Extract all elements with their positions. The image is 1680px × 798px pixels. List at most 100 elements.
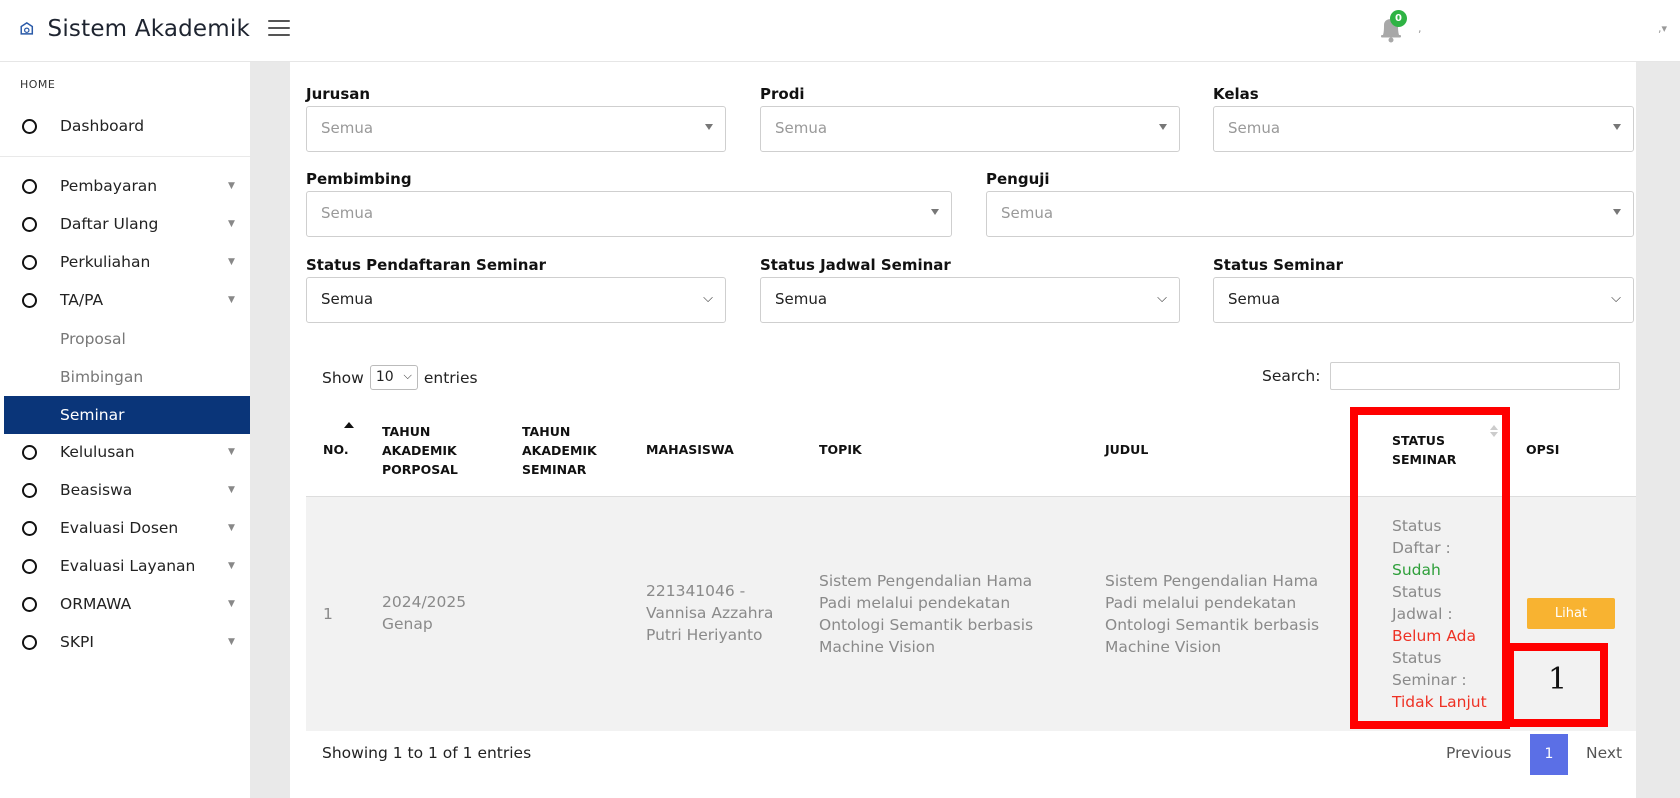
caret-down-icon: ▼ xyxy=(228,447,235,457)
status-jadwal-select[interactable]: Semua ⌵ xyxy=(760,277,1180,323)
sidebar-item-pembayaran[interactable]: Pembayaran ▼ xyxy=(0,168,250,204)
sidebar-subitem-bimbingan[interactable]: Bimbingan xyxy=(0,358,250,396)
filter-label-penguji: Penguji xyxy=(986,170,1050,188)
caret-down-icon xyxy=(1613,124,1621,130)
select-value: Semua xyxy=(321,204,374,222)
column-header-tahun-proposal[interactable]: TAHUN AKADEMIK PORPOSAL xyxy=(382,422,458,479)
sidebar-item-kelulusan[interactable]: Kelulusan ▼ xyxy=(0,434,250,470)
prodi-select[interactable]: Semua xyxy=(760,106,1180,152)
cell-line: Putri Heriyanto xyxy=(646,626,763,644)
chevron-down-icon: ⌵ xyxy=(403,369,412,382)
cell-line: Ontologi Semantik berbasis xyxy=(1105,616,1320,634)
sidebar-section-header: HOME xyxy=(20,78,56,91)
caret-down-icon xyxy=(1613,209,1621,215)
sidebar-item-dashboard[interactable]: Dashboard xyxy=(0,108,250,144)
circle-icon xyxy=(22,596,37,612)
sidebar-item-label: Kelulusan xyxy=(60,443,135,461)
entries-value: 10 xyxy=(375,369,394,385)
previous-page-button[interactable]: Previous xyxy=(1446,744,1512,762)
highlight-box-status-column xyxy=(1350,407,1510,729)
lihat-button[interactable]: Lihat xyxy=(1527,598,1615,629)
sidebar-item-ormawa[interactable]: ORMAWA ▼ xyxy=(0,586,250,622)
showing-entries-text: Showing 1 to 1 of 1 entries xyxy=(322,744,532,762)
sidebar-item-label: Pembayaran xyxy=(60,177,158,195)
sidebar-item-label: Beasiswa xyxy=(60,481,133,499)
cell-judul: Sistem Pengendalian Hama Padi melalui pe… xyxy=(1105,570,1319,658)
caret-down-icon: ▼ xyxy=(228,295,235,305)
brand[interactable]: Sistem Akademik xyxy=(20,16,250,42)
sort-ascending-icon[interactable] xyxy=(344,422,354,428)
sidebar-subitem-proposal[interactable]: Proposal xyxy=(0,320,250,358)
header-line: TAHUN xyxy=(522,424,571,439)
header-line: AKADEMIK xyxy=(382,443,457,458)
column-header-tahun-seminar[interactable]: TAHUN AKADEMIK SEMINAR xyxy=(522,422,597,479)
caret-down-icon: ▼ xyxy=(228,181,235,191)
circle-icon xyxy=(22,292,37,308)
sidebar-divider xyxy=(0,156,250,157)
column-header-opsi: OPSI xyxy=(1526,442,1560,457)
sidebar-item-label: Evaluasi Dosen xyxy=(60,519,179,537)
status-seminar-select[interactable]: Semua ⌵ xyxy=(1213,277,1634,323)
sidebar-item-label: TA/PA xyxy=(60,291,104,309)
caret-down-icon: ▼ xyxy=(228,219,235,229)
filter-label-prodi: Prodi xyxy=(760,85,805,103)
column-header-mahasiswa[interactable]: MAHASISWA xyxy=(646,440,734,459)
show-label: Show xyxy=(322,368,364,387)
sidebar-item-evaluasi-dosen[interactable]: Evaluasi Dosen ▼ xyxy=(0,510,250,546)
pembimbing-select[interactable]: Semua xyxy=(306,191,952,237)
select-value: Semua xyxy=(321,290,374,308)
sidebar-item-perkuliahan[interactable]: Perkuliahan ▼ xyxy=(0,244,250,280)
column-header-topik[interactable]: TOPIK xyxy=(819,440,862,459)
annotation-number: 1 xyxy=(1548,662,1568,697)
circle-icon xyxy=(22,558,37,574)
header-line: SEMINAR xyxy=(522,462,587,477)
entries-select[interactable]: 10 ⌵ xyxy=(369,365,418,390)
circle-icon xyxy=(22,178,37,194)
penguji-select[interactable]: Semua xyxy=(986,191,1634,237)
cell-line: Sistem Pengendalian Hama xyxy=(1105,572,1319,590)
sidebar-item-evaluasi-layanan[interactable]: Evaluasi Layanan ▼ xyxy=(0,548,250,584)
page-1-button[interactable]: 1 xyxy=(1530,734,1568,775)
caret-down-icon xyxy=(1159,124,1167,130)
caret-down-icon xyxy=(931,209,939,215)
app-title: Sistem Akademik xyxy=(47,16,250,42)
sidebar-item-label: Perkuliahan xyxy=(60,253,151,271)
hamburger-icon[interactable] xyxy=(268,20,290,36)
cell-no: 1 xyxy=(323,605,333,623)
filter-label-status-seminar: Status Seminar xyxy=(1213,256,1344,274)
sidebar-item-daftar-ulang[interactable]: Daftar Ulang ▼ xyxy=(0,206,250,242)
search-input[interactable] xyxy=(1330,362,1620,390)
next-page-button[interactable]: Next xyxy=(1586,744,1622,762)
select-value: Semua xyxy=(775,119,828,137)
circle-icon xyxy=(22,216,37,232)
cell-topik: Sistem Pengendalian Hama Padi melalui pe… xyxy=(819,570,1033,658)
sidebar-subitem-seminar[interactable]: Seminar xyxy=(4,396,250,434)
sidebar-item-beasiswa[interactable]: Beasiswa ▼ xyxy=(0,472,250,508)
bell-icon[interactable]: 0 xyxy=(1378,10,1407,44)
notification-badge: 0 xyxy=(1390,10,1407,27)
cell-line: Machine Vision xyxy=(1105,638,1222,656)
cell-mahasiswa: 221341046 - Vannisa Azzahra Putri Heriya… xyxy=(646,580,773,646)
caret-down-icon: ▼ xyxy=(228,561,235,571)
column-header-judul[interactable]: JUDUL xyxy=(1105,440,1148,459)
column-header-no[interactable]: NO. xyxy=(323,440,349,459)
filter-label-kelas: Kelas xyxy=(1213,85,1259,103)
jurusan-select[interactable]: Semua xyxy=(306,106,726,152)
kelas-select[interactable]: Semua xyxy=(1213,106,1634,152)
header-line: TAHUN xyxy=(382,424,431,439)
sidebar-item-ta-pa[interactable]: TA/PA ▼ xyxy=(0,282,250,318)
status-pendaftaran-select[interactable]: Semua ⌵ xyxy=(306,277,726,323)
user-menu-dot[interactable]: , xyxy=(1418,22,1422,35)
header-line: AKADEMIK xyxy=(522,443,597,458)
sidebar-item-label: Daftar Ulang xyxy=(60,215,159,233)
circle-icon xyxy=(22,634,37,650)
caret-down-icon: ▼ xyxy=(228,257,235,267)
filter-label-pembimbing: Pembimbing xyxy=(306,170,412,188)
caret-down-icon: ▼ xyxy=(228,637,235,647)
select-value: Semua xyxy=(1001,204,1054,222)
user-dropdown-caret[interactable]: ,▾ xyxy=(1658,22,1667,35)
circle-icon xyxy=(22,444,37,460)
sidebar-item-skpi[interactable]: SKPI ▼ xyxy=(0,624,250,660)
circle-icon xyxy=(22,118,37,134)
caret-down-icon xyxy=(705,124,713,130)
